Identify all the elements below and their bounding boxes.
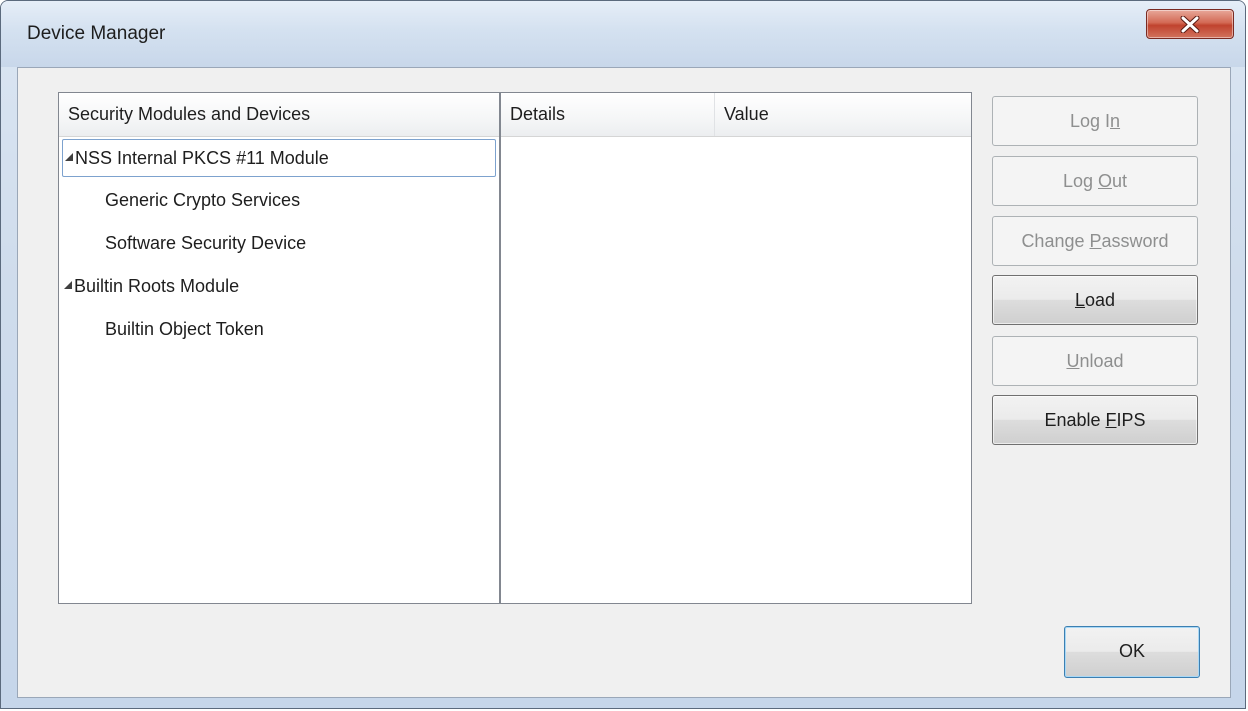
button-accesskey: O [1098,171,1113,191]
tree-item-label: Software Security Device [105,233,307,253]
title-bar[interactable]: Device Manager [1,1,1245,67]
tree-item-builtin-object-token[interactable]: Builtin Object Token [59,310,499,348]
button-text: nload [1079,351,1124,371]
tree-item-nss-internal-module[interactable]: NSS Internal PKCS #11 Module [62,139,496,177]
title-bar-glass [1,1,1245,67]
button-text: IPS [1116,410,1146,430]
button-accesskey: L [1074,290,1085,310]
button-text: assword [1101,231,1169,251]
enable-fips-button[interactable]: Enable FIPS [992,395,1198,445]
expanded-triangle-icon[interactable] [65,153,73,162]
security-modules-tree[interactable]: Security Modules and Devices NSS Interna… [58,92,500,604]
button-text: oad [1084,290,1116,310]
button-accesskey: P [1089,231,1102,251]
tree-item-builtin-roots-module[interactable]: Builtin Roots Module [59,267,499,305]
ok-button[interactable]: OK [1064,626,1200,678]
tree-item-label: Builtin Roots Module [74,276,240,296]
tree-item-generic-crypto-services[interactable]: Generic Crypto Services [59,181,499,219]
tree-item-software-security-device[interactable]: Software Security Device [59,224,499,262]
button-accesskey: n [1110,111,1121,131]
unload-button[interactable]: Unload [992,336,1198,386]
button-accesskey: U [1066,351,1080,371]
tree-header-label[interactable]: Security Modules and Devices [59,93,499,136]
tree-column-header: Security Modules and Devices [59,93,499,137]
tree-item-label: Generic Crypto Services [105,190,301,210]
column-header-details[interactable]: Details [501,93,714,136]
button-text: Enable [1044,410,1106,430]
button-text: Log I [1069,111,1111,131]
close-icon [1180,16,1200,33]
log-out-button[interactable]: Log Out [992,156,1198,206]
button-text: ut [1112,171,1128,191]
tree-item-label: Builtin Object Token [105,319,264,339]
dialog-body: Security Modules and Devices NSS Interna… [17,67,1231,698]
details-list[interactable]: Details Value [500,92,972,604]
log-in-button[interactable]: Log In [992,96,1198,146]
tree-item-label: NSS Internal PKCS #11 Module [75,148,329,168]
button-text: Log [1062,171,1098,191]
change-password-button[interactable]: Change Password [992,216,1198,266]
button-text: Change [1021,231,1090,251]
button-accesskey: F [1105,410,1117,430]
load-button[interactable]: Load [992,275,1198,325]
column-header-value[interactable]: Value [715,93,971,136]
close-button[interactable] [1146,9,1234,39]
device-manager-window: Device Manager Security Modules and Devi… [0,0,1246,709]
window-title: Device Manager [27,23,166,44]
details-column-header: Details Value [501,93,971,137]
expanded-triangle-icon[interactable] [64,281,72,290]
